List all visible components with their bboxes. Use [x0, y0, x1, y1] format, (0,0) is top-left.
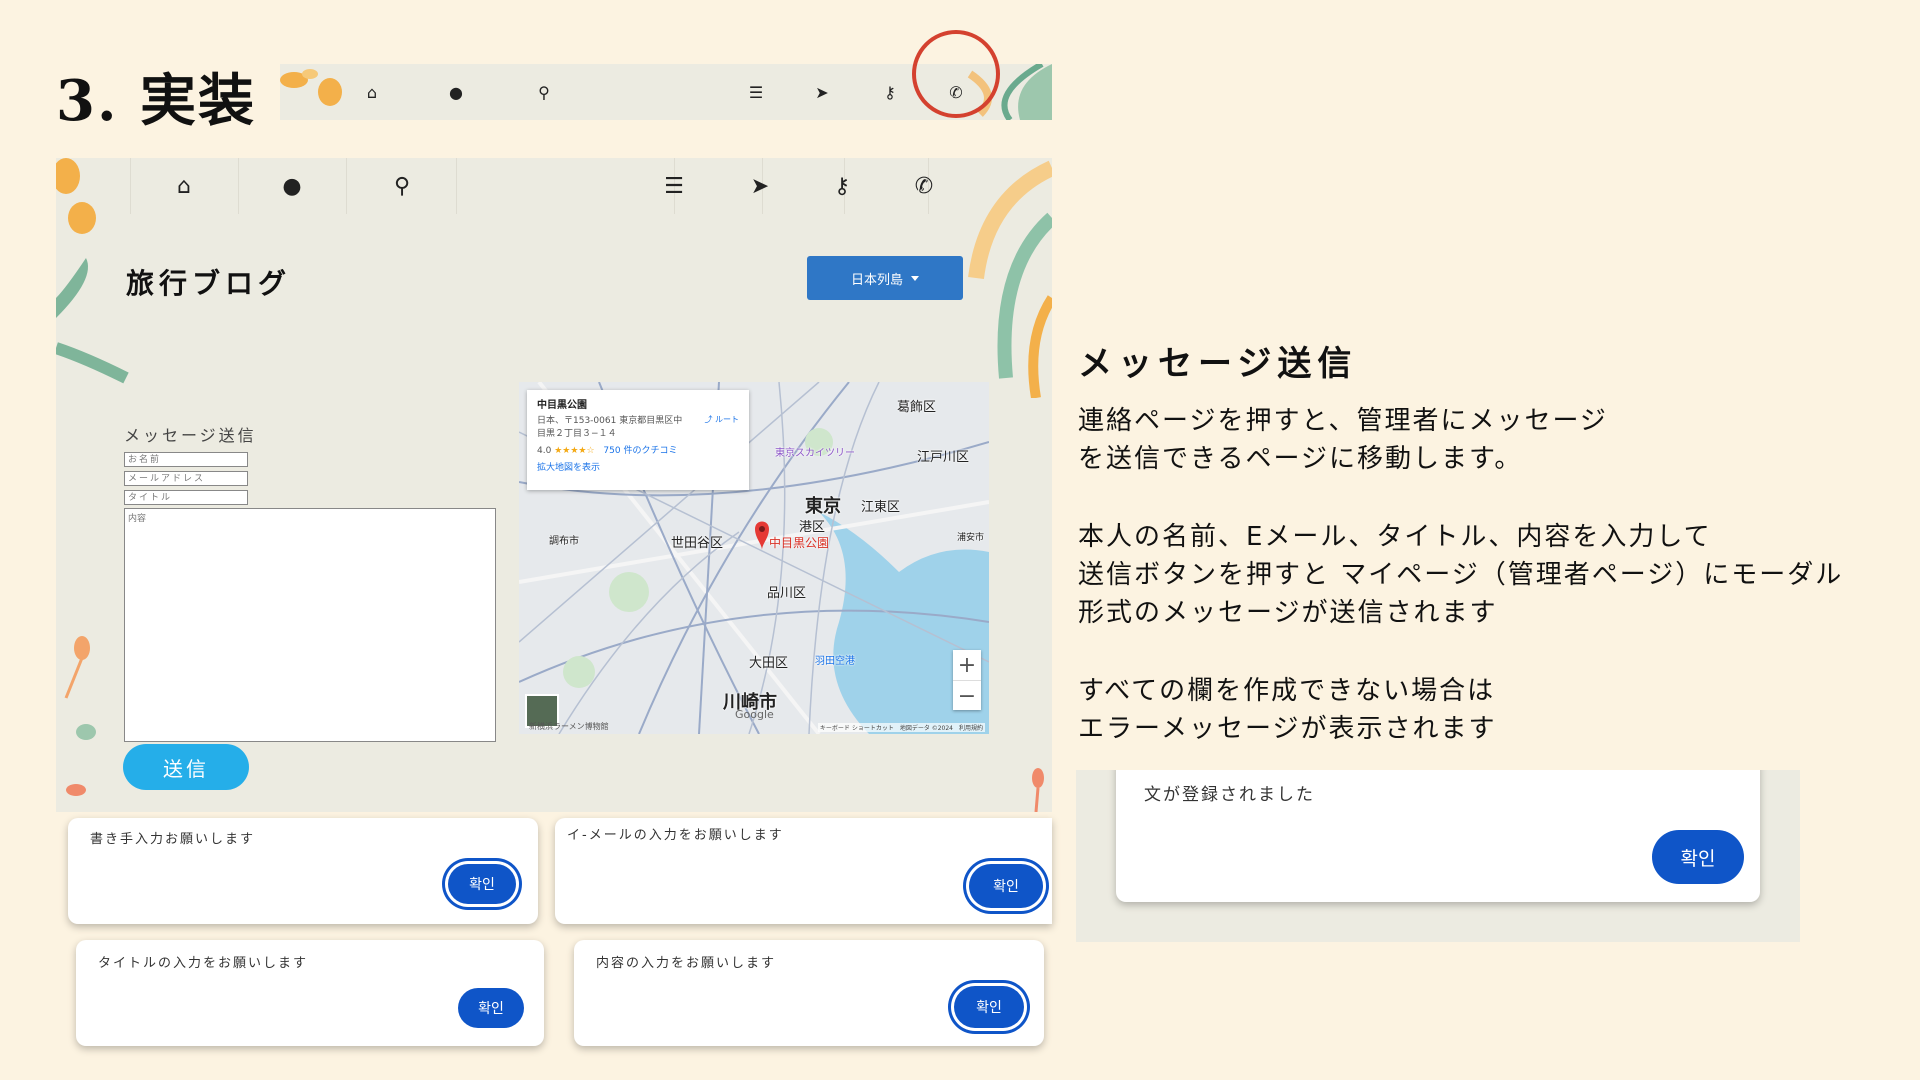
contact-page-screenshot: ⌂ ● ⚲ ☰ ➤ ⚷ ✆ 旅行ブログ 日本列島 メッセージ送信 お名前 メール…: [56, 158, 1052, 812]
reviews-link[interactable]: 750 件のクチコミ: [603, 446, 677, 456]
place-info-card: 中目黒公園 日本、〒153-0061 東京都目黒区中目黒２丁目３−１４ 4.0 …: [527, 390, 749, 490]
map-pin-label: 中目黒公園: [769, 536, 830, 550]
confirm-button[interactable]: 확인: [954, 986, 1024, 1028]
list-icon[interactable]: ☰: [662, 158, 686, 214]
paragraph-line: すべての欄を作成できない場合は: [1078, 676, 1496, 706]
send-button[interactable]: 送信: [123, 744, 249, 790]
dialog-message: イ-メールの入力をお願いします: [567, 828, 784, 843]
dropdown-label: 日本列島: [850, 272, 903, 288]
phone-icon[interactable]: ✆: [912, 158, 936, 214]
dialog-message: 文が登録されました: [1144, 785, 1315, 805]
email-input[interactable]: メールアドレス: [124, 471, 248, 486]
map-label: 江戸川区: [917, 450, 970, 465]
title-input[interactable]: タイトル: [124, 490, 248, 505]
content-textarea[interactable]: 内容: [124, 508, 496, 742]
zoom-control: + −: [953, 650, 981, 710]
paper-plane-icon[interactable]: ➤: [810, 80, 834, 104]
leaf-decoration: [280, 69, 342, 106]
directions-label: ルート: [715, 415, 739, 424]
map-label: 世田谷区: [671, 536, 724, 551]
error-dialog-content: 内容の入力をお願いします 확인: [574, 940, 1044, 1046]
error-dialog-title: タイトルの入力をお願いします 확인: [76, 940, 544, 1046]
google-map[interactable]: 東京 江東区 港区 世田谷区 中目黒公園 品川区 大田区 川崎市 葛飾区 江戸川…: [519, 382, 989, 734]
directions-link[interactable]: ⤴ ルート: [704, 414, 739, 425]
paragraph-line: を送信できるページに移動します。: [1078, 444, 1523, 474]
search-icon[interactable]: ⚲: [390, 158, 414, 214]
user-circle-icon[interactable]: ●: [444, 80, 468, 104]
section-heading: メッセージ送信: [1078, 344, 1358, 384]
zoom-out-button[interactable]: −: [953, 680, 981, 711]
dialog-message: 書き手入力お願いします: [90, 832, 256, 847]
larger-map-link[interactable]: 拡大地図を表示: [537, 460, 739, 473]
leaf-decoration: [968, 160, 1052, 398]
map-label: 羽田空港: [815, 656, 855, 667]
key-icon[interactable]: ⚷: [830, 158, 854, 214]
map-label: 江東区: [861, 500, 901, 515]
confirm-button[interactable]: 확인: [448, 864, 516, 904]
confirm-button[interactable]: 확인: [969, 864, 1043, 908]
error-dialog-name: 書き手入力お願いします 확인: [68, 818, 538, 924]
paper-plane-icon[interactable]: ➤: [748, 158, 772, 214]
map-label: 品川区: [767, 586, 807, 601]
user-circle-icon[interactable]: ●: [280, 158, 304, 214]
search-icon[interactable]: ⚲: [532, 80, 556, 104]
confirm-button[interactable]: 확인: [458, 988, 524, 1028]
zoom-in-button[interactable]: +: [953, 650, 981, 680]
list-icon[interactable]: ☰: [744, 80, 768, 104]
paragraph-line: エラーメッセージが表示されます: [1078, 714, 1497, 744]
highlight-circle: [912, 30, 1000, 118]
leaf-decoration: [56, 158, 129, 384]
form-title: メッセージ送信: [124, 426, 257, 445]
place-rating: 4.0 ★★★★☆ 750 件のクチコミ: [537, 443, 739, 456]
caret-down-icon: [911, 275, 919, 281]
paragraph-line: 連絡ページを押すと、管理者にメッセージ: [1078, 406, 1608, 436]
error-dialog-email: イ-メールの入力をお願いします 확인: [555, 818, 1052, 924]
description-paragraph: すべての欄を作成できない場合は エラーメッセージが表示されます: [1078, 672, 1496, 748]
dialog-message: 内容の入力をお願いします: [596, 956, 777, 971]
directions-icon: ⤴: [704, 415, 713, 424]
success-dialog: 文が登録されました 확인: [1116, 770, 1760, 902]
success-dialog-screenshot: 文が登録されました 확인: [1076, 770, 1800, 942]
map-label: 葛飾区: [897, 400, 937, 415]
blog-title: 旅行ブログ: [126, 267, 292, 300]
description-paragraph: 連絡ページを押すと、管理者にメッセージ を送信できるページに移動します。: [1078, 402, 1608, 478]
paragraph-line: 形式のメッセージが送信されます: [1078, 598, 1498, 628]
confirm-button[interactable]: 확인: [1652, 830, 1744, 884]
google-logo: Google: [735, 708, 774, 721]
star-rating-icon: ★★★★☆: [554, 446, 595, 456]
place-address: 日本、〒153-0061 東京都目黒区中目黒２丁目３−１４: [537, 416, 683, 439]
map-label: 東京スカイツリー: [775, 448, 855, 459]
paragraph-line: 送信ボタンを押すと マイページ（管理者ページ）にモーダル: [1078, 560, 1844, 590]
place-name: 中目黒公園: [537, 400, 587, 411]
map-label: 港区: [799, 520, 826, 535]
dialog-message: タイトルの入力をお願いします: [98, 956, 309, 971]
map-label: 調布市: [549, 536, 579, 547]
region-dropdown[interactable]: 日本列島: [807, 256, 963, 300]
map-label: 東京: [805, 496, 841, 517]
map-label: 浦安市: [957, 533, 985, 543]
slide-title: 3. 実装: [56, 68, 256, 134]
paragraph-line: 本人の名前、Eメール、タイトル、内容を入力して: [1078, 522, 1712, 552]
leaf-decoration: [64, 636, 96, 796]
map-poi-label: 新横浜ラーメン博物館: [529, 722, 609, 731]
leaf-decoration: [1032, 768, 1044, 812]
map-footer[interactable]: キーボード ショートカット 地図データ ©2024 利用規約: [817, 723, 985, 732]
name-input[interactable]: お名前: [124, 452, 248, 467]
description-paragraph: 本人の名前、Eメール、タイトル、内容を入力して 送信ボタンを押すと マイページ（…: [1078, 518, 1843, 632]
key-icon[interactable]: ⚷: [878, 80, 902, 104]
home-icon[interactable]: ⌂: [172, 158, 196, 214]
map-label: 大田区: [749, 656, 789, 671]
rating-value: 4.0: [537, 446, 552, 456]
home-icon[interactable]: ⌂: [360, 80, 384, 104]
